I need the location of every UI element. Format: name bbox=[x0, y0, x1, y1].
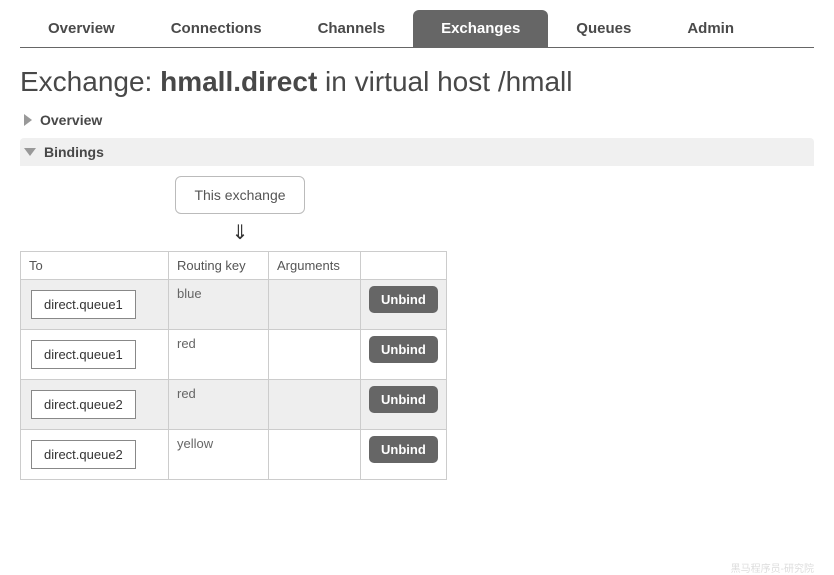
queue-link[interactable]: direct.queue2 bbox=[31, 390, 136, 419]
section-bindings-title: Bindings bbox=[44, 144, 104, 160]
queue-link[interactable]: direct.queue1 bbox=[31, 290, 136, 319]
chevron-right-icon bbox=[24, 114, 32, 126]
tab-overview[interactable]: Overview bbox=[20, 10, 143, 47]
tab-channels[interactable]: Channels bbox=[290, 10, 414, 47]
th-arguments: Arguments bbox=[269, 252, 361, 280]
th-routing-key: Routing key bbox=[169, 252, 269, 280]
this-exchange-box: This exchange bbox=[175, 176, 304, 214]
cell-arguments bbox=[269, 330, 361, 380]
title-middle: in virtual host bbox=[317, 66, 498, 97]
cell-arguments bbox=[269, 280, 361, 330]
section-bindings: Bindings This exchange ⇓ To Routing key … bbox=[20, 138, 814, 480]
unbind-button[interactable]: Unbind bbox=[369, 336, 438, 363]
section-overview-header[interactable]: Overview bbox=[20, 106, 814, 134]
tab-admin[interactable]: Admin bbox=[659, 10, 762, 47]
cell-arguments bbox=[269, 380, 361, 430]
unbind-button[interactable]: Unbind bbox=[369, 286, 438, 313]
bindings-table: To Routing key Arguments direct.queue1 b… bbox=[20, 251, 447, 480]
unbind-button[interactable]: Unbind bbox=[369, 436, 438, 463]
bindings-body: This exchange ⇓ To Routing key Arguments… bbox=[20, 166, 814, 480]
tab-queues[interactable]: Queues bbox=[548, 10, 659, 47]
queue-link[interactable]: direct.queue1 bbox=[31, 340, 136, 369]
tab-connections[interactable]: Connections bbox=[143, 10, 290, 47]
vhost-name: /hmall bbox=[498, 66, 573, 97]
cell-routing-key: red bbox=[169, 330, 269, 380]
cell-arguments bbox=[269, 430, 361, 480]
arrow-down-icon: ⇓ bbox=[20, 220, 460, 245]
tab-exchanges[interactable]: Exchanges bbox=[413, 10, 548, 47]
table-row: direct.queue1 blue Unbind bbox=[21, 280, 447, 330]
cell-routing-key: blue bbox=[169, 280, 269, 330]
section-overview-title: Overview bbox=[40, 112, 102, 128]
table-row: direct.queue2 yellow Unbind bbox=[21, 430, 447, 480]
cell-routing-key: red bbox=[169, 380, 269, 430]
title-prefix: Exchange: bbox=[20, 66, 160, 97]
page-title: Exchange: hmall.direct in virtual host /… bbox=[20, 66, 814, 98]
th-actions bbox=[361, 252, 447, 280]
table-row: direct.queue2 red Unbind bbox=[21, 380, 447, 430]
unbind-button[interactable]: Unbind bbox=[369, 386, 438, 413]
table-row: direct.queue1 red Unbind bbox=[21, 330, 447, 380]
chevron-down-icon bbox=[24, 148, 36, 156]
cell-routing-key: yellow bbox=[169, 430, 269, 480]
section-overview: Overview bbox=[20, 106, 814, 134]
section-bindings-header[interactable]: Bindings bbox=[20, 138, 814, 166]
watermark: 黑马程序员-研究院 bbox=[731, 560, 814, 575]
queue-link[interactable]: direct.queue2 bbox=[31, 440, 136, 469]
nav-tabs: Overview Connections Channels Exchanges … bbox=[20, 10, 814, 48]
exchange-name: hmall.direct bbox=[160, 66, 317, 97]
th-to: To bbox=[21, 252, 169, 280]
